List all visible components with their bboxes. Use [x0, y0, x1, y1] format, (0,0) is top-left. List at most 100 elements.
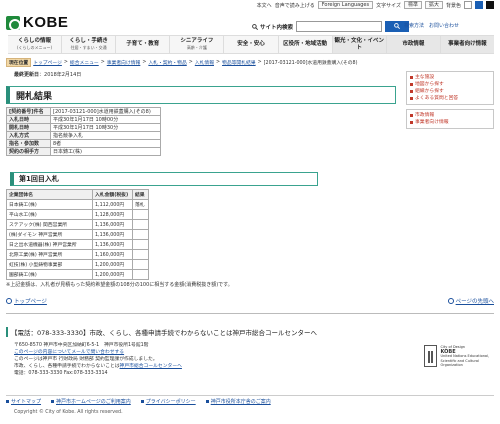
side-link-faq[interactable]: よくある質問と回答	[410, 95, 490, 102]
sitemap-link[interactable]: サイトマップ	[6, 398, 41, 405]
search-icon	[252, 23, 258, 30]
logo-text: KOBE	[23, 14, 69, 31]
search-input[interactable]	[296, 21, 383, 32]
call-center-banner[interactable]: 【電話：078-333-3330】市政、くらし、各種申請手続でわからないことは神…	[6, 326, 494, 338]
gnav-childcare[interactable]: 子育て・教育	[116, 36, 171, 53]
table-row: 虹技(株) 小型鋳物事業部 1,200,000円	[6, 259, 149, 270]
gnav-living-info[interactable]: くらしの情報 (くらしのメニュー)	[8, 36, 63, 53]
breadcrumb-current-page: [2017-03121-000]水道用鉄蓋購入(その8)	[263, 61, 358, 66]
page-nav: トップページ ページの先頭へ	[6, 297, 494, 305]
table-row: 日本鋳工(株) 1,112,000円 落札	[6, 199, 149, 210]
back-to-top-link[interactable]: トップページ	[6, 297, 47, 305]
bullet-icon	[410, 83, 413, 86]
global-nav: くらしの情報 (くらしのメニュー) くらし・手続き 住居・すまい・交通 子育て・教育…	[8, 35, 494, 54]
table-row: 開札日時 平成30年1月17日 10時30分	[6, 123, 161, 132]
header-tools: 検索方法 お問い合わせ	[404, 22, 459, 29]
search-label: サイト内検索	[260, 24, 294, 31]
contract-info-table: [契約番号]件名 [2017-03121-000]水道用鉄蓋購入(その8) 入札日…	[6, 107, 161, 156]
page-top-link[interactable]: ページの先頭へ	[447, 297, 494, 305]
mail-inquiry-link[interactable]: このページの内容についてメールで問い合わせする	[14, 350, 124, 355]
bullet-icon	[410, 90, 413, 93]
site-search: サイト内検索	[252, 21, 410, 32]
bullet-icon	[410, 121, 413, 124]
square-icon	[6, 399, 9, 403]
table-row: 入札日時 平成30年1月17日 10時00分	[6, 115, 161, 124]
round-heading: 第1回目入札	[10, 172, 318, 186]
table-row: (株)ダイモン 神戸営業所 1,136,000円	[6, 229, 149, 240]
search-help-link[interactable]: 検索方法	[404, 22, 424, 29]
site-logo[interactable]: KOBE	[6, 14, 68, 31]
copyright: Copyright © City of Kobe. All rights res…	[14, 410, 123, 415]
breadcrumb-top[interactable]: トップページ	[33, 59, 62, 66]
bg-white-button[interactable]	[464, 1, 472, 9]
breadcrumb-current-label: 現在位置	[6, 58, 32, 67]
breadcrumb-results[interactable]: 物品等開札結果	[222, 59, 256, 66]
last-updated: 最終更新日：2018年2月14日	[14, 72, 82, 78]
bg-black-button[interactable]	[486, 1, 494, 9]
side-link-org[interactable]: 組織から探す	[410, 88, 490, 95]
table-row: 日之出水道機器(株) 神戸営業所 1,136,000円	[6, 239, 149, 250]
side-link-map[interactable]: 地図から探す	[410, 81, 490, 88]
side-nav: 主な施設 地図から探す 組織から探す よくある質問と回答 市政情報 事業者向け情…	[406, 71, 494, 133]
bullet-icon	[410, 97, 413, 100]
unesco-temple-icon	[424, 345, 438, 367]
gnav-safety[interactable]: 安全・安心	[224, 36, 279, 53]
breadcrumb-bidding[interactable]: 入札・契約・物品	[148, 59, 186, 66]
breadcrumb-bid-info[interactable]: 入札情報	[195, 59, 214, 66]
table-row: 入札方式 指名競争入札	[6, 131, 161, 140]
breadcrumb-general-menu[interactable]: 総合メニュー	[70, 59, 99, 66]
bullet-icon	[410, 114, 413, 117]
divider	[6, 313, 494, 314]
page-title: 開札結果	[6, 86, 396, 104]
arrow-left-icon	[6, 298, 12, 304]
bg-blue-button[interactable]	[475, 1, 483, 9]
gnav-tourism[interactable]: 観光・文化・イベント	[332, 36, 387, 53]
privacy-policy-link[interactable]: プライバシーポリシー	[140, 398, 196, 405]
accent-bar	[6, 327, 8, 337]
footer-address: 〒650-8570 神戸市中央区加納町6-5-1 神戸市役所1号館1階 このペー…	[14, 343, 182, 376]
bg-color-label: 背景色	[445, 2, 461, 9]
call-center-link[interactable]: 神戸市総合コールセンターへ	[120, 364, 182, 369]
font-standard-button[interactable]: 標準	[403, 1, 422, 9]
gnav-senior[interactable]: シニアライフ 高齢・介護	[170, 36, 225, 53]
table-row: [契約番号]件名 [2017-03121-000]水道用鉄蓋購入(その8)	[6, 107, 161, 116]
square-icon	[205, 399, 209, 403]
square-icon	[51, 399, 55, 403]
table-row: 園部鋳工(株) 1,200,000円	[6, 269, 149, 280]
side-link-facilities[interactable]: 主な施設	[410, 74, 490, 81]
side-box-category: 市政情報 事業者向け情報	[406, 109, 494, 129]
side-box-find: 主な施設 地図から探す 組織から探す よくある質問と回答	[406, 71, 494, 105]
font-size-label: 文字サイズ	[376, 2, 401, 9]
breadcrumb-business[interactable]: 事業者向け情報	[107, 59, 141, 66]
contact-link[interactable]: お問い合わせ	[429, 22, 459, 29]
city-hall-guide-link[interactable]: 神戸市役所本庁舎のご案内	[205, 398, 271, 405]
bullet-icon	[410, 76, 413, 79]
gnav-ward-office[interactable]: 区役所・地域活動	[279, 36, 333, 53]
table-header-row: 企業団体名 入札金額(税抜) 結果	[6, 189, 149, 200]
table-row: 契約の相手方 日本鋳工(株)	[6, 147, 161, 156]
table-row: 北際工業(株) 神戸営業所 1,160,000円	[6, 249, 149, 260]
arrow-up-icon	[447, 298, 454, 304]
table-row: 指名・参加数 8者	[6, 139, 161, 148]
breadcrumb: 現在位置 トップページ > 総合メニュー > 事業者向け情報 > 入札・契約・物品 > …	[6, 58, 494, 67]
foreign-languages-button[interactable]: Foreign Languages	[317, 1, 374, 9]
gnav-procedures[interactable]: くらし・手続き 住居・すまい・交通	[62, 36, 117, 53]
usage-guide-link[interactable]: 神戸市ホームページのご利用案内	[51, 398, 131, 405]
utility-bar: 本文へ 音声で読み上げる Foreign Languages 文字サイズ 標準 …	[0, 0, 500, 10]
table-row: ステアック(株) 関西営業所 1,136,000円	[6, 219, 149, 230]
gnav-city-info[interactable]: 市政情報	[386, 36, 441, 53]
price-note: ※上記金額は、入札者が見積もった契約希望金額の108分の100に相当する金額(消…	[6, 282, 233, 288]
table-row: 平山水工(株) 1,128,000円	[6, 209, 149, 220]
read-aloud-link[interactable]: 音声で読み上げる	[275, 2, 315, 9]
font-large-button[interactable]: 拡大	[424, 1, 443, 9]
square-icon	[140, 399, 144, 403]
search-icon	[394, 22, 401, 29]
unesco-logo: City of Design KOBE United Nations Educa…	[424, 345, 494, 375]
gnav-business[interactable]: 事業者向け情報	[440, 36, 494, 53]
kobe-emblem-icon	[6, 15, 21, 31]
side-link-city-info[interactable]: 市政情報	[410, 112, 490, 119]
side-link-business[interactable]: 事業者向け情報	[410, 119, 490, 126]
bid-result-table: 企業団体名 入札金額(税抜) 結果 日本鋳工(株) 1,112,000円 落札 平山水工…	[6, 189, 149, 280]
skip-to-content-link[interactable]: 本文へ	[257, 2, 272, 9]
footer-links: サイトマップ 神戸市ホームページのご利用案内 プライバシーポリシー 神戸市役所本…	[6, 395, 494, 405]
